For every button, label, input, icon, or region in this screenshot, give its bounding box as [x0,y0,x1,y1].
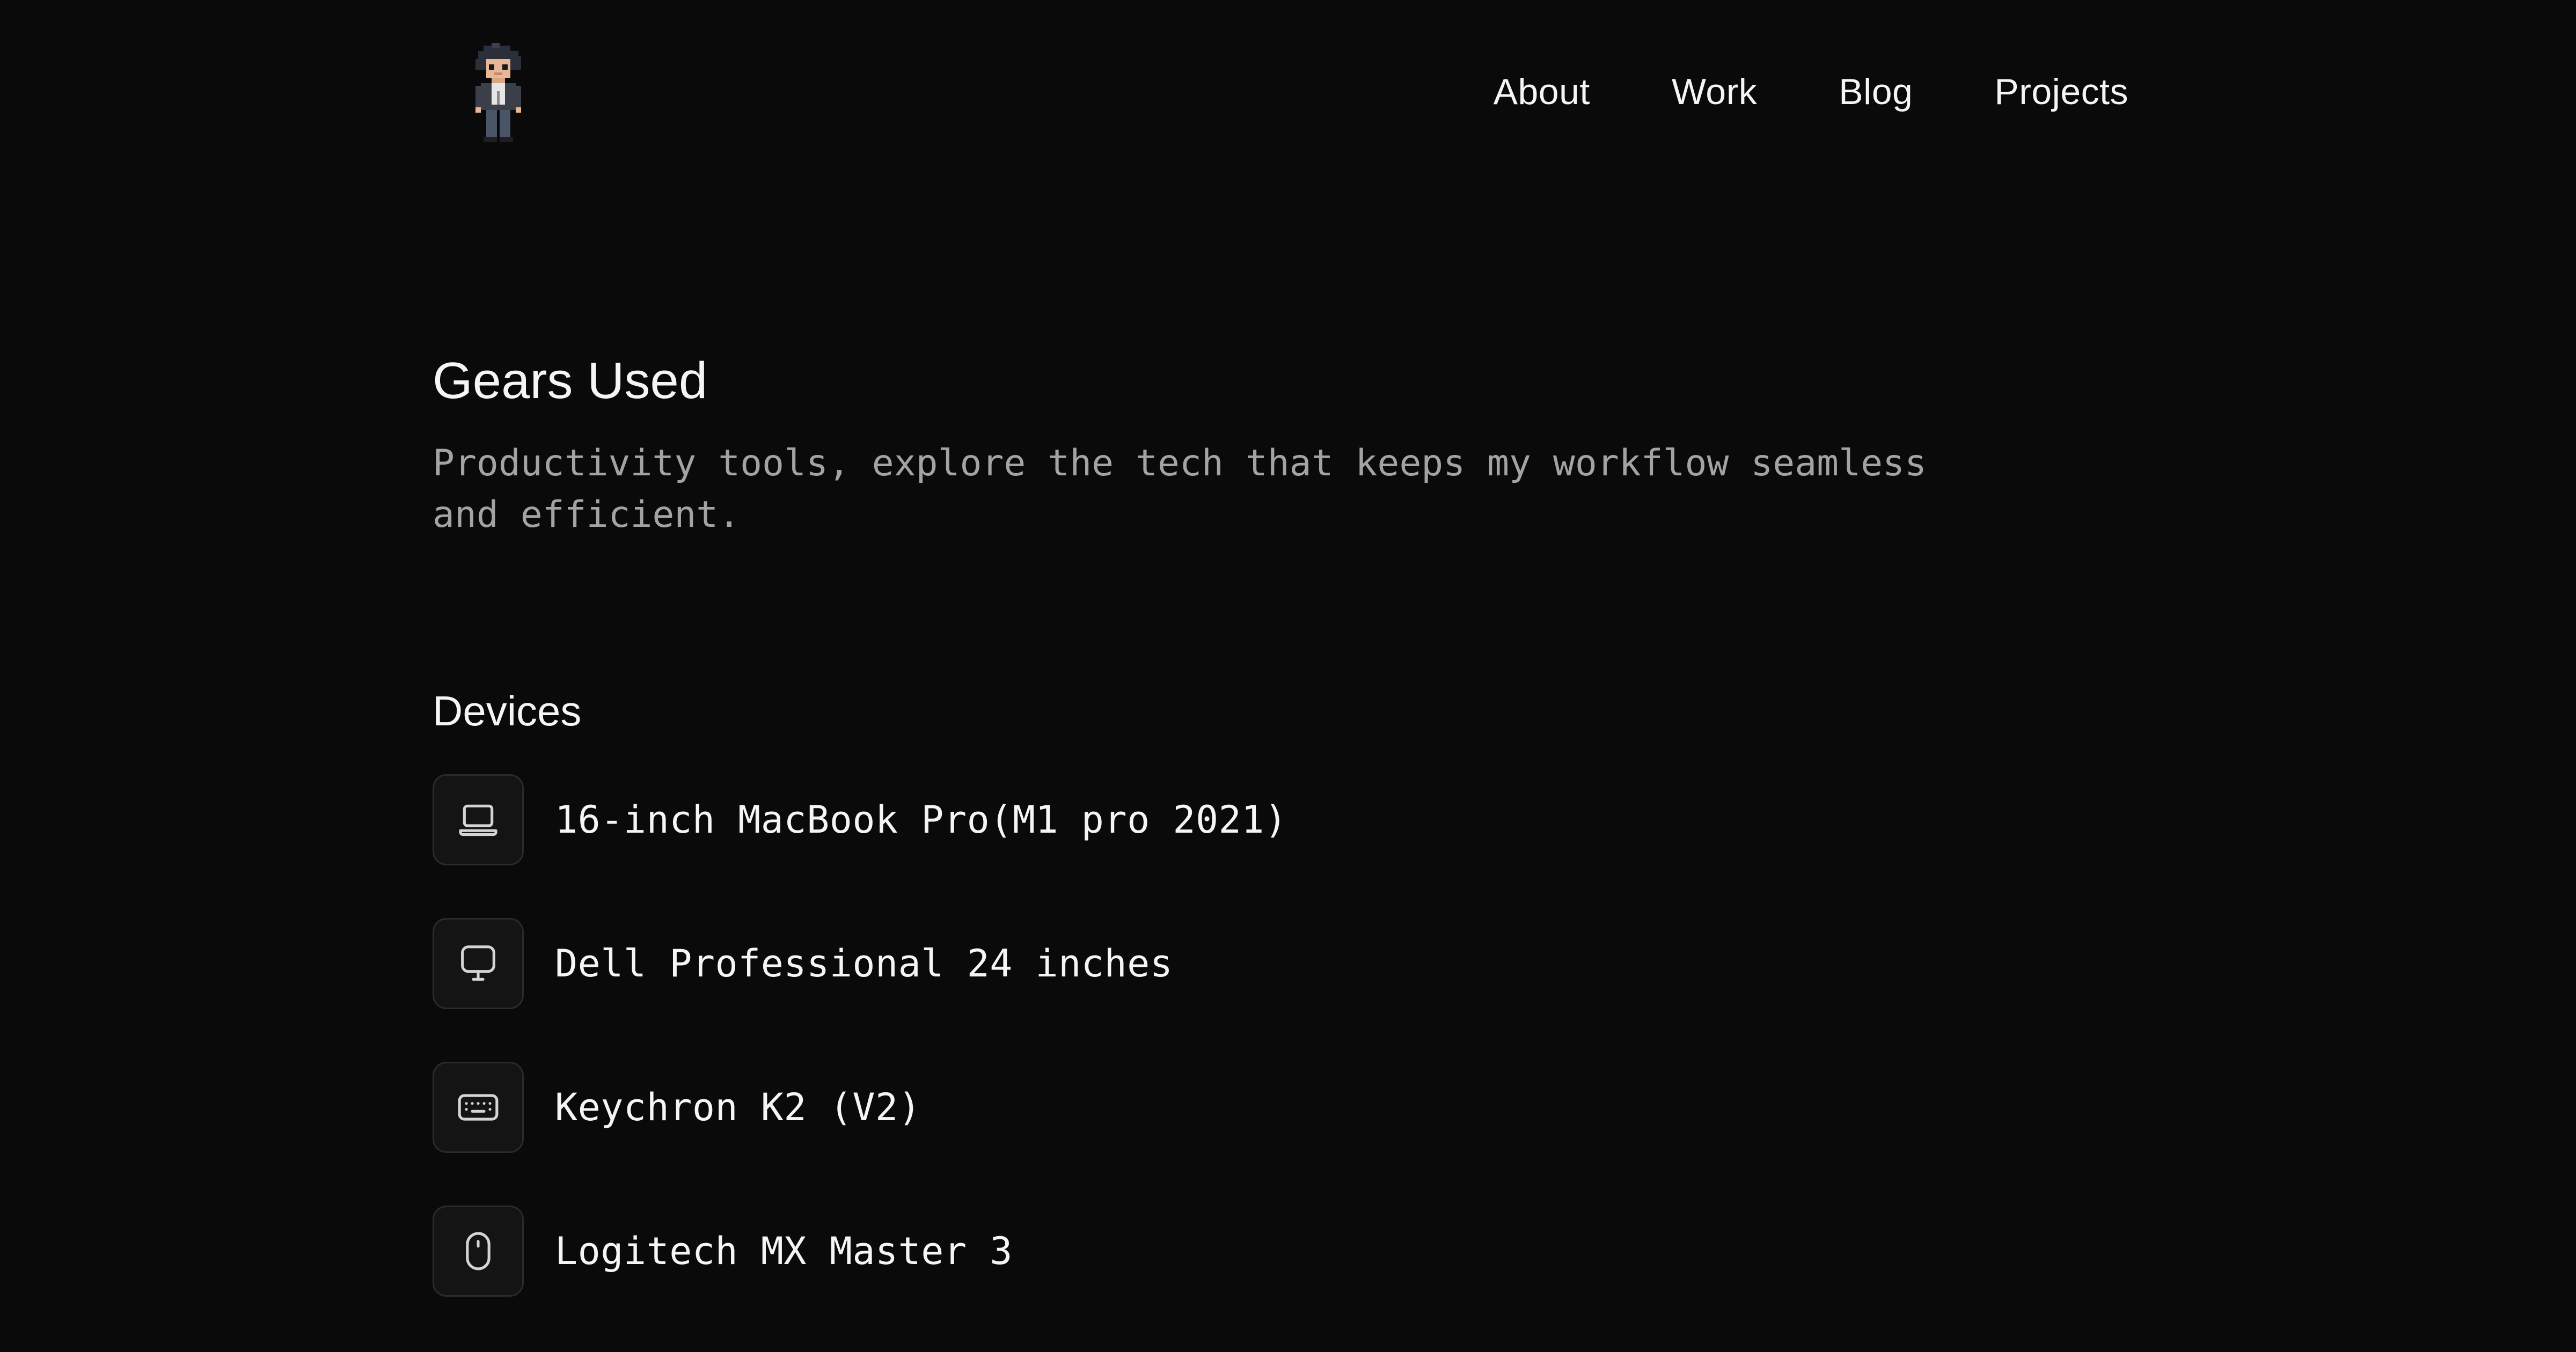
mouse-icon [433,1206,524,1297]
nav-work[interactable]: Work [1672,71,1757,113]
nav-projects[interactable]: Projects [1994,71,2128,113]
keyboard-icon [433,1062,524,1153]
site-header: About Work Blog Projects [433,43,2128,161]
list-item: Keychron K2 (V2) [433,1061,2043,1153]
device-label: Keychron K2 (V2) [555,1085,921,1129]
nav-about[interactable]: About [1494,71,1590,113]
nav-blog[interactable]: Blog [1839,71,1913,113]
device-list: 16-inch MacBook Pro(M1 pro 2021) Dell Pr… [433,774,2043,1297]
page-description: Productivity tools, explore the tech tha… [433,442,1927,536]
laptop-icon [433,774,524,865]
device-label: 16-inch MacBook Pro(M1 pro 2021) [555,798,1287,842]
device-label: Logitech MX Master 3 [555,1229,1013,1273]
list-item: Logitech MX Master 3 [433,1205,2043,1297]
monitor-icon [433,918,524,1009]
section-title-devices: Devices [433,687,582,734]
main-nav: About Work Blog Projects [1494,71,2128,113]
device-label: Dell Professional 24 inches [555,942,1173,986]
list-item: 16-inch MacBook Pro(M1 pro 2021) [433,774,2043,866]
list-item: Dell Professional 24 inches [433,917,2043,1010]
main-content: Gears Used Productivity tools, explore t… [433,343,2043,1349]
pixel-avatar-icon[interactable] [465,43,535,150]
page-title: Gears Used [433,352,708,409]
